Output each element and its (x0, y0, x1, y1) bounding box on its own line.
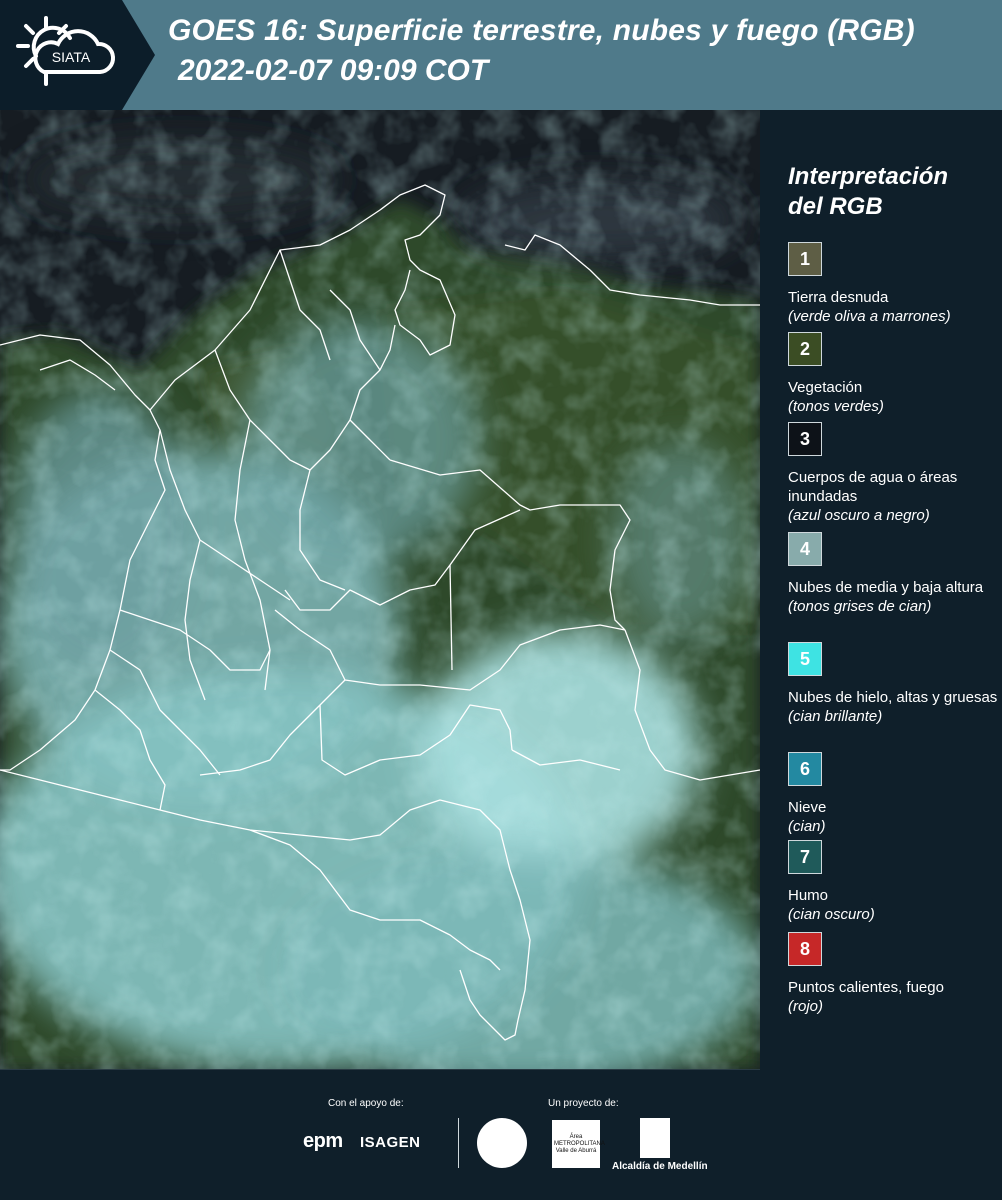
legend-sub: (tonos verdes) (788, 398, 884, 415)
legend-label: Nubes de media y baja altura (788, 579, 984, 596)
area-logo-text: Área METROPOLITANA Valle de Aburrá (554, 1134, 605, 1154)
header: SIATA GOES 16: Superficie terrestre, nub… (0, 0, 1002, 110)
sun-cloud-icon: SIATA (16, 16, 116, 86)
legend-panel: Interpretación del RGB 1 Tierra desnuda (v… (760, 110, 1002, 1070)
legend-swatch: 8 (788, 932, 822, 966)
legend-swatch: 6 (788, 752, 822, 786)
legend-item: 4 Nubes de media y baja altura (tonos gris… (788, 532, 1002, 616)
legend-sub: (verde oliva a marrones) (788, 308, 951, 325)
siata-logo-text: SIATA (52, 49, 91, 65)
legend-title-line2: del RGB (788, 193, 883, 220)
legend-sub: (tonos grises de cian) (788, 598, 932, 615)
epm-logo: epm (303, 1130, 343, 1152)
alcaldia-shield-logo (640, 1118, 670, 1158)
legend-item: 1 Tierra desnuda (verde oliva a marrones) (788, 242, 1002, 326)
isagen-logo: ISAGEN (360, 1134, 421, 1151)
legend-label: Cuerpos de agua o áreas inundadas (788, 469, 958, 505)
satellite-image (0, 110, 760, 1069)
legend-title: Interpretación del RGB (788, 162, 988, 222)
legend-swatch: 7 (788, 840, 822, 874)
seal-logo (477, 1118, 527, 1168)
legend-label: Vegetación (788, 379, 863, 396)
satellite-map (0, 110, 760, 1070)
legend-label: Humo (788, 887, 829, 904)
legend-label: Nieve (788, 799, 827, 816)
legend-swatch: 5 (788, 642, 822, 676)
legend-item: 2 Vegetación (tonos verdes) (788, 332, 1002, 416)
legend-sub: (cian oscuro) (788, 906, 875, 923)
alcaldia-text: Alcaldía de Medellín (612, 1161, 708, 1172)
legend-label: Tierra desnuda (788, 289, 889, 306)
timestamp: 2022-02-07 09:09 COT (178, 54, 489, 87)
legend-swatch: 1 (788, 242, 822, 276)
legend-sub: (cian brillante) (788, 708, 883, 725)
footer: Con el apoyo de: Un proyecto de: epm ISA… (0, 1070, 1002, 1200)
siata-logo: SIATA (0, 0, 155, 110)
legend-item: 8 Puntos calientes, fuego (rojo) (788, 932, 1002, 1016)
legend-item: 5 Nubes de hielo, altas y gruesas (cian br… (788, 642, 1002, 726)
page-title: GOES 16: Superficie terrestre, nubes y f… (168, 14, 915, 47)
area-metropolitana-logo: Área METROPOLITANA Valle de Aburrá (552, 1120, 605, 1168)
support-label: Con el apoyo de: (328, 1098, 404, 1109)
legend-item: 7 Humo (cian oscuro) (788, 840, 1002, 924)
legend-label: Nubes de hielo, altas y gruesas (788, 689, 998, 706)
project-label: Un proyecto de: (548, 1098, 619, 1109)
legend-swatch: 3 (788, 422, 822, 456)
legend-item: 3 Cuerpos de agua o áreas inundadas (azul … (788, 422, 1002, 525)
legend-label: Puntos calientes, fuego (788, 979, 944, 996)
divider (458, 1118, 459, 1168)
legend-swatch: 2 (788, 332, 822, 366)
legend-title-line1: Interpretación (788, 163, 949, 190)
legend-sub: (cian) (788, 818, 826, 835)
legend-item: 6 Nieve (cian) (788, 752, 1002, 836)
legend-sub: (azul oscuro a negro) (788, 507, 930, 524)
legend-swatch: 4 (788, 532, 822, 566)
legend-sub: (rojo) (788, 998, 824, 1015)
